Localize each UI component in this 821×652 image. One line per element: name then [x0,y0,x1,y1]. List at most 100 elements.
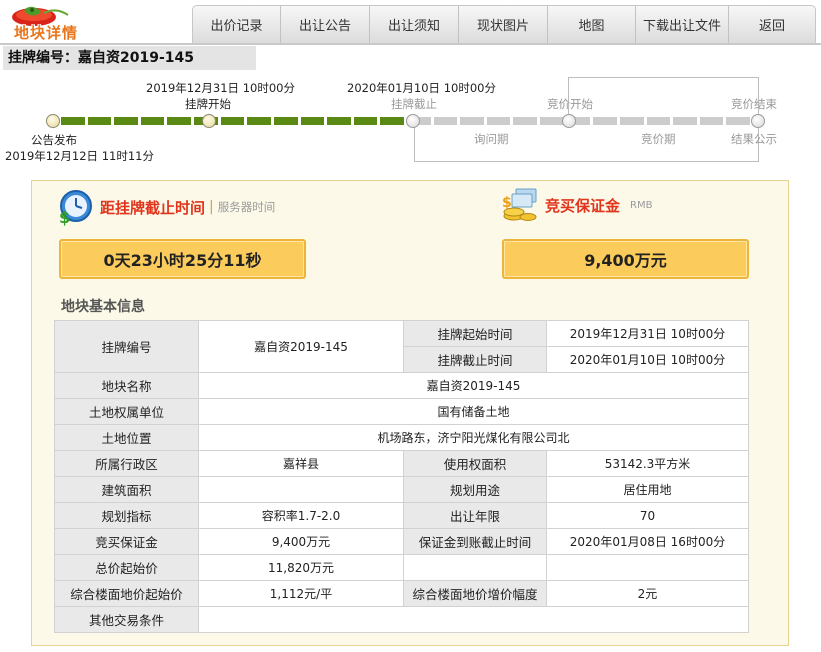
empty-cell [546,554,749,581]
nav-download-docs[interactable]: 下载出让文件 [636,6,729,43]
basic-info-table: 挂牌编号 嘉自资2019-145 挂牌起始时间 2019年12月31日 10时0… [54,320,749,633]
progress-segment-done [247,117,271,125]
basic-info-title: 地块基本信息 [61,299,145,315]
nav-site-photos[interactable]: 现状图片 [459,6,548,43]
progress-segment-todo [540,117,564,125]
district-label: 所属行政区 [54,450,199,477]
planning-index-value: 容积率1.7-2.0 [198,502,404,529]
announce-label: 公告发布 [31,133,77,147]
announce-time: 2019年12月12日 11时11分 [5,149,154,163]
progress-segment-todo [486,117,511,125]
clock-money-icon: $ [59,190,92,226]
planned-use-label: 规划用途 [403,476,547,503]
deposit-deadline-value: 2020年01月08日 16时00分 [546,528,749,555]
header-divider [0,43,821,45]
floor-price-value: 1,112元/平 [198,580,404,607]
deposit-header: $ 竞买保证金 RMB [500,186,652,224]
bid-end-label: 竞价结束 [731,97,777,111]
result-label: 结果公示 [731,132,777,146]
progress-segment-todo [513,117,538,125]
countdown-title: 距挂牌截止时间 [100,198,206,217]
deposit-label: 竞买保证金 [54,528,199,555]
owner-label: 土地权属单位 [54,398,199,425]
term-value: 70 [546,502,749,529]
progress-segment-todo [646,117,671,125]
node-listing-end [406,114,420,128]
progress-segment-done [220,117,245,125]
progress-segment-done [380,117,404,125]
timeline-bracket [568,77,759,78]
listing-start-time-label: 挂牌起始时间 [403,320,547,347]
progress-segment-todo [673,117,697,125]
listing-start-label: 挂牌开始 [185,97,231,111]
listing-end-label: 挂牌截止 [391,97,437,111]
location-value: 机场路东，济宁阳光煤化有限公司北 [198,424,749,451]
deposit-currency: RMB [630,199,653,211]
progress-segment-todo [433,117,458,125]
logo: 地块详情 [4,4,86,42]
use-area-label: 使用权面积 [403,450,547,477]
node-bid-end [751,114,765,128]
listing-start-time-value: 2019年12月31日 10时00分 [546,320,749,347]
empty-cell [403,554,547,581]
node-listing-start [202,114,216,128]
building-area-value [198,476,404,503]
increment-label: 综合楼面地价增价幅度 [403,580,547,607]
listing-start-time: 2019年12月31日 10时00分 [146,81,295,95]
progress-segment-todo [619,117,644,125]
inquiry-period-label: 询问期 [474,132,509,146]
progress-segment-done [300,117,325,125]
listing-number: 挂牌编号：嘉自资2019-145 [3,46,256,70]
countdown-value: 0天23小时25分11秒 [59,239,306,279]
node-announce [46,114,60,128]
countdown-header: $ 距挂牌截止时间 | 服务器时间 [56,188,275,226]
nav-notice[interactable]: 出让须知 [370,6,459,43]
progress-segment-done [140,117,165,125]
progress-segment-todo [726,117,750,125]
timeline: 2019年12月31日 10时00分 挂牌开始 2020年01月10日 10时0… [0,72,821,172]
progress-segment-todo [699,117,724,125]
listing-no-label: 挂牌编号 [54,320,199,373]
nav-announcement[interactable]: 出让公告 [281,6,370,43]
listing-end-time-label: 挂牌截止时间 [403,346,547,373]
bid-start-label: 竞价开始 [547,97,593,111]
progress-segment-done [61,117,85,125]
parcel-name-label: 地块名称 [54,372,199,399]
planned-use-value: 居住用地 [546,476,749,503]
district-value: 嘉祥县 [198,450,404,477]
timeline-bracket [414,161,759,162]
logo-text: 地块详情 [14,24,79,42]
deposit-title: 竞买保证金 [545,196,621,215]
countdown-subtitle: 服务器时间 [217,200,276,214]
progress-segment-done [353,117,378,125]
svg-text:$: $ [502,195,512,211]
node-bid-start [562,114,576,128]
coins-money-icon: $ [502,188,537,221]
increment-value: 2元 [546,580,749,607]
total-start-label: 总价起始价 [54,554,199,581]
other-conditions-label: 其他交易条件 [54,606,199,633]
progress-segment-done [114,117,138,125]
planning-index-label: 规划指标 [54,502,199,529]
floor-price-label: 综合楼面地价起始价 [54,580,199,607]
countdown-separator: | [209,199,214,215]
progress-segment-done [327,117,351,125]
parcel-name-value: 嘉自资2019-145 [198,372,749,399]
nav-bid-records[interactable]: 出价记录 [193,6,281,43]
progress-segment-done [87,117,112,125]
building-area-label: 建筑面积 [54,476,199,503]
svg-text:$: $ [59,208,70,226]
nav-back[interactable]: 返回 [729,6,815,43]
deposit-deadline-label: 保证金到账截止时间 [403,528,547,555]
progress-segment-done [273,117,298,125]
nav-map[interactable]: 地图 [548,6,636,43]
listing-end-time: 2020年01月10日 10时00分 [347,81,496,95]
progress-segment-done [167,117,192,125]
deposit-table-value: 9,400万元 [198,528,404,555]
listing-no-value: 嘉自资2019-145 [198,320,404,373]
term-label: 出让年限 [403,502,547,529]
owner-value: 国有储备土地 [198,398,749,425]
top-nav: 出价记录 出让公告 出让须知 现状图片 地图 下载出让文件 返回 [192,5,816,44]
deposit-value: 9,400万元 [502,239,749,279]
listing-end-time-value: 2020年01月10日 10时00分 [546,346,749,373]
